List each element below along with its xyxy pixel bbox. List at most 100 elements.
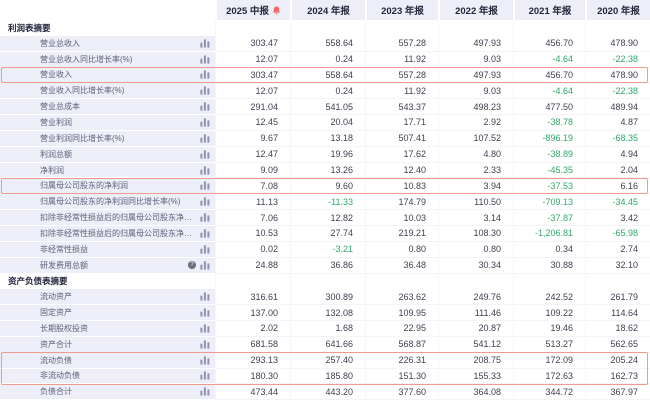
value-cell: 30.34 — [438, 258, 513, 274]
row-icons — [200, 102, 210, 111]
bar-chart-icon[interactable] — [200, 213, 210, 222]
bar-chart-icon[interactable] — [200, 229, 210, 238]
value-cell: -38.89 — [513, 147, 585, 163]
value-cell — [365, 20, 438, 36]
cell-value: 562.65 — [610, 339, 638, 349]
cell-value: 367.97 — [610, 387, 638, 397]
value-cell: 367.97 — [585, 384, 650, 400]
cell-value: 2.74 — [620, 244, 638, 254]
value-cell — [438, 274, 513, 290]
row-label-cell: 固定资产 — [0, 305, 215, 321]
value-cell: 473.44 — [215, 384, 290, 400]
bar-chart-icon[interactable] — [200, 150, 210, 159]
value-cell: 12.07 — [215, 52, 290, 68]
cell-value: 11.92 — [404, 86, 426, 96]
cell-value: 558.64 — [325, 38, 353, 48]
cell-value: 9.03 — [483, 86, 501, 96]
value-cell: 316.61 — [215, 289, 290, 305]
cell-value: 109.22 — [545, 308, 573, 318]
cell-value: 219.21 — [398, 228, 426, 238]
cell-value: 185.80 — [325, 371, 353, 381]
bar-chart-icon[interactable] — [200, 134, 210, 143]
value-cell: 12.45 — [215, 115, 290, 131]
bar-chart-icon[interactable] — [200, 86, 210, 95]
column-header-label: 2021 年报 — [529, 3, 572, 17]
bar-chart-icon[interactable] — [200, 245, 210, 254]
cell-value: 19.96 — [330, 149, 353, 159]
info-icon[interactable] — [188, 261, 196, 269]
value-cell: 377.60 — [365, 384, 438, 400]
bar-chart-icon[interactable] — [200, 371, 210, 380]
row-icons — [188, 261, 210, 270]
table-header: 2025 中报2024 年报2023 年报2022 年报2021 年报2020 … — [0, 0, 650, 20]
row-icons — [200, 292, 210, 301]
cell-value: 10.83 — [403, 181, 426, 191]
cell-value: 3.14 — [483, 213, 501, 223]
row-label-cell: 归属母公司股东的净利润 — [0, 178, 215, 194]
bar-chart-icon[interactable] — [200, 55, 210, 64]
row-icons — [200, 387, 210, 396]
table-row: 固定资产137.00132.08109.95111.46109.22114.64 — [0, 305, 650, 321]
value-cell: -37.87 — [513, 210, 585, 226]
cell-value: 3.94 — [483, 181, 501, 191]
bar-chart-icon[interactable] — [200, 356, 210, 365]
bar-chart-icon[interactable] — [200, 197, 210, 206]
bar-chart-icon[interactable] — [200, 261, 210, 270]
bar-chart-icon[interactable] — [200, 39, 210, 48]
cell-value: 9.09 — [260, 165, 278, 175]
value-cell: 27.74 — [290, 226, 365, 242]
value-cell: 263.62 — [365, 289, 438, 305]
cell-value: 291.04 — [250, 102, 278, 112]
section-row: 利润表摘要 — [0, 20, 650, 36]
value-cell: 9.09 — [215, 163, 290, 179]
value-cell: 558.64 — [290, 68, 365, 84]
row-label: 归属母公司股东的净利润同比增长率(%) — [40, 196, 196, 207]
cell-value: -22.38 — [612, 86, 638, 96]
row-label-cell: 扣除非经常性损益后的归属母公司股东净利润同比增... — [0, 226, 215, 242]
value-cell: 110.50 — [438, 194, 513, 210]
cell-value: 107.52 — [473, 133, 501, 143]
bar-chart-icon[interactable] — [200, 324, 210, 333]
cell-value: 172.63 — [545, 371, 573, 381]
bar-chart-icon[interactable] — [200, 166, 210, 175]
value-cell: 20.04 — [290, 115, 365, 131]
cell-value: 226.31 — [398, 355, 426, 365]
cell-value: 114.64 — [611, 308, 638, 318]
value-cell: 507.41 — [365, 131, 438, 147]
bar-chart-icon[interactable] — [200, 70, 210, 79]
section-row: 资产负债表摘要 — [0, 274, 650, 290]
cell-value: 377.60 — [398, 387, 426, 397]
value-cell: 107.52 — [438, 131, 513, 147]
row-icons — [200, 70, 210, 79]
cell-value: 32.10 — [615, 260, 638, 270]
value-cell: 32.10 — [585, 258, 650, 274]
bar-chart-icon[interactable] — [200, 181, 210, 190]
cell-value: 36.48 — [403, 260, 426, 270]
bar-chart-icon[interactable] — [200, 102, 210, 111]
cell-value: 489.94 — [610, 102, 638, 112]
value-cell: 558.64 — [290, 36, 365, 52]
bar-chart-icon[interactable] — [200, 118, 210, 127]
bar-chart-icon[interactable] — [200, 340, 210, 349]
bar-chart-icon[interactable] — [200, 387, 210, 396]
bar-chart-icon[interactable] — [200, 292, 210, 301]
value-cell: 12.07 — [215, 83, 290, 99]
cell-value: -896.19 — [542, 133, 573, 143]
cell-value: 27.74 — [330, 228, 353, 238]
table-row: 非经常性损益0.02-3.210.800.800.342.74 — [0, 242, 650, 258]
cell-value: 12.40 — [403, 165, 426, 175]
alarm-icon[interactable] — [272, 6, 281, 15]
value-cell: 497.93 — [438, 68, 513, 84]
cell-value: 456.70 — [545, 70, 573, 80]
value-cell: 0.80 — [365, 242, 438, 258]
value-cell: 162.73 — [585, 369, 650, 385]
bar-chart-icon[interactable] — [200, 308, 210, 317]
cell-value: -45.35 — [547, 165, 573, 175]
row-icons — [200, 118, 210, 127]
cell-value: 681.58 — [250, 339, 278, 349]
cell-value: 30.34 — [478, 260, 501, 270]
column-header-0: 2025 中报 — [215, 0, 290, 20]
cell-value: 10.53 — [255, 228, 278, 238]
cell-value: 162.73 — [610, 371, 638, 381]
value-cell: 20.87 — [438, 321, 513, 337]
